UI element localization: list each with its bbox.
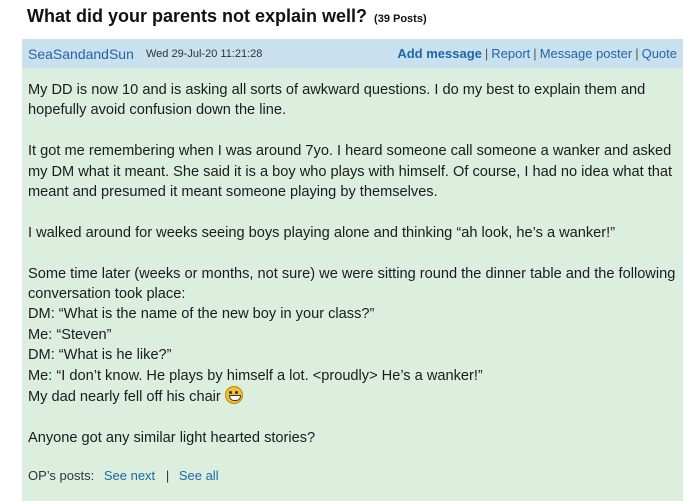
post-paragraph: My DD is now 10 and is asking all sorts …	[28, 82, 646, 119]
post-header: SeaSandandSun Wed 29-Jul-20 11:21:28 Add…	[22, 39, 683, 68]
see-next-link[interactable]: See next	[104, 468, 155, 483]
add-message-link[interactable]: Add message	[397, 46, 482, 61]
story-line: Me: “Steven”	[28, 326, 112, 343]
quote-link[interactable]: Quote	[642, 46, 677, 61]
post-date: Wed 29-Jul-20 11:21:28	[146, 48, 263, 60]
separator: |	[484, 46, 489, 61]
thread-title-text: What did your parents not explain well?	[27, 6, 368, 26]
poster-name[interactable]: SeaSandandSun	[28, 46, 134, 62]
post-count: (39 Posts)	[374, 13, 427, 25]
post-paragraph: I walked around for weeks seeing boys pl…	[28, 224, 616, 241]
story-line: My dad nearly fell off his chair	[28, 389, 221, 406]
separator: |	[533, 46, 537, 61]
story-line: DM: “What is he like?”	[28, 347, 172, 364]
story-line: Me: “I don’t know. He plays by himself a…	[28, 367, 483, 384]
op-posts-label: OP’s posts:	[28, 468, 95, 483]
closing-question: Anyone got any similar light hearted sto…	[28, 429, 316, 446]
post-actions: Add message | Report | Message poster | Quote	[397, 46, 677, 61]
post: SeaSandandSun Wed 29-Jul-20 11:21:28 Add…	[22, 39, 683, 501]
report-link[interactable]: Report	[491, 46, 530, 61]
thread-title: What did your parents not explain well? …	[27, 6, 427, 27]
story-line-with-emoji: My dad nearly fell off his chair	[28, 386, 678, 407]
post-body: My DD is now 10 and is asking all sorts …	[28, 80, 678, 448]
see-all-link[interactable]: See all	[179, 468, 219, 483]
story-line: DM: “What is the name of the new boy in …	[28, 306, 375, 323]
story-line: Some time later (weeks or months, not su…	[28, 265, 676, 303]
separator: |	[635, 46, 639, 61]
message-poster-link[interactable]: Message poster	[540, 46, 633, 61]
separator: |	[165, 468, 170, 483]
op-posts-bar: OP’s posts: See next | See all	[28, 468, 219, 483]
post-paragraph: It got me remembering when I was around …	[28, 143, 673, 201]
grin-emoji-icon	[224, 386, 243, 405]
